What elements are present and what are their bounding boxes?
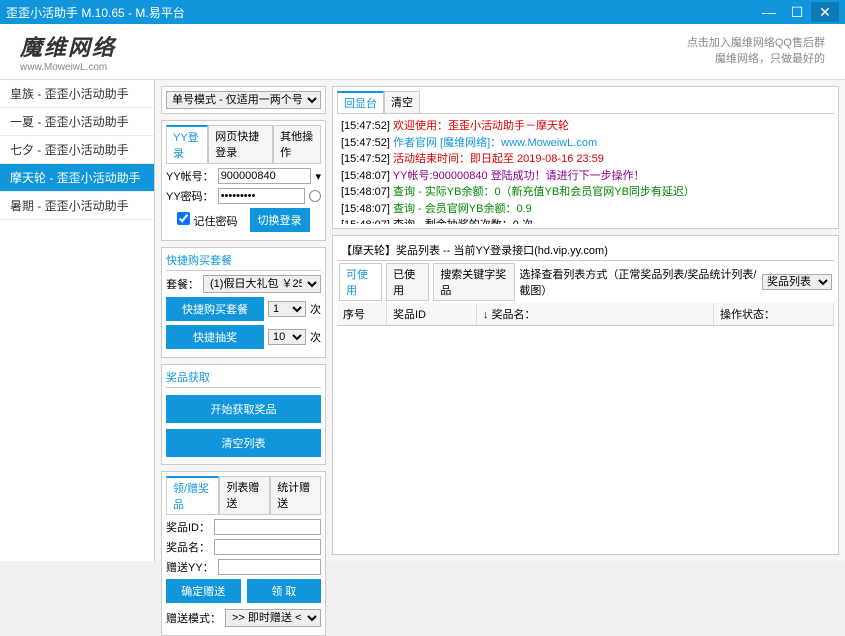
account-label: YY帐号： [166,168,214,184]
tab-used[interactable]: 已使用 [386,263,429,301]
prize-list-header: 【摩天轮】奖品列表 -- 当前YY登录接口(hd.vip.yy.com) [337,240,834,261]
prize-name-input[interactable] [214,539,321,555]
col-prize-id: 奖品ID [387,303,477,325]
mode-select[interactable]: 单号模式 - 仅适用一两个号的用户 [166,91,321,109]
status-indicator-icon [309,190,321,202]
package-label: 套餐： [166,276,199,292]
maximize-button[interactable]: ☐ [783,2,811,22]
logo-text: 魔维网络 [20,30,116,62]
tab-web-login[interactable]: 网页快捷登录 [208,125,273,163]
gift-mode-label: 赠送模式： [166,610,221,626]
quick-buy-button[interactable]: 快捷购买套餐 [166,297,264,321]
prize-table-header: 序号 奖品ID ↓ 奖品名： 操作状态： [337,303,834,326]
minimize-button[interactable]: — [755,2,783,22]
prize-id-input[interactable] [214,519,321,535]
prize-name-label: 奖品名： [166,539,210,555]
prize-id-label: 奖品ID： [166,519,210,535]
sidebar-item-motianlun[interactable]: 摩天轮 - 歪歪小活动助手 [0,164,154,192]
prize-table-body [337,326,834,476]
confirm-gift-button[interactable]: 确定赠送 [166,579,241,603]
password-label: YY密码： [166,188,214,204]
sidebar: 皇族 - 歪歪小活动助手 一夏 - 歪歪小活动助手 七夕 - 歪歪小活动助手 摩… [0,80,155,561]
sidebar-item-yixia[interactable]: 一夏 - 歪歪小活动助手 [0,108,154,136]
gift-mode-select[interactable]: >> 即时赠送 << [225,609,321,627]
tab-other-ops[interactable]: 其他操作 [273,125,321,163]
clear-list-button[interactable]: 清空列表 [166,429,321,457]
col-status: 操作状态： [714,303,834,325]
tab-stat-send[interactable]: 统计赠送 [270,476,321,514]
tab-list-send[interactable]: 列表赠送 [219,476,270,514]
tab-yy-login[interactable]: YY登录 [166,125,208,163]
draw-times-select[interactable]: 10 [268,329,306,345]
quick-draw-button[interactable]: 快捷抽奖 [166,325,264,349]
gift-yy-label: 赠送YY： [166,559,214,575]
account-input[interactable] [218,168,312,184]
col-prize-name: ↓ 奖品名： [477,303,714,325]
close-button[interactable]: ✕ [811,2,839,22]
start-get-prize-button[interactable]: 开始获取奖品 [166,395,321,423]
sidebar-item-qixi[interactable]: 七夕 - 歪歪小活动助手 [0,136,154,164]
tab-search-prize[interactable]: 搜索关键字奖品 [433,263,515,301]
password-input[interactable] [218,188,305,204]
tab-console[interactable]: 回显台 [337,91,384,113]
header-notice: 点击加入魔维网络QQ售后群 魔维网络，只做最好的 [687,36,825,67]
receive-button[interactable]: 领 取 [247,579,322,603]
remember-password[interactable]: 记住密码 [177,212,237,229]
package-select[interactable]: (1)假日大礼包 ￥258 [203,275,321,293]
prize-get-title: 奖品获取 [166,369,321,388]
buy-times-select[interactable]: 1 [268,301,306,317]
sidebar-item-huangzu[interactable]: 皇族 - 歪歪小活动助手 [0,80,154,108]
logo-url: www.MoweiwL.com [20,62,116,73]
quickbuy-title: 快捷购买套餐 [166,252,321,271]
view-method-label: 选择查看列表方式（正常奖品列表/奖品统计列表/截图） [519,266,758,298]
tab-usable[interactable]: 可使用 [339,263,382,301]
view-method-select[interactable]: 奖品列表 [762,274,832,290]
col-index: 序号 [337,303,387,325]
tab-give-prize[interactable]: 领/赠奖品 [166,476,219,514]
gift-yy-input[interactable] [218,559,321,575]
window-title: 歪歪小活助手 M.10.65 - M.易平台 [6,4,755,21]
logo: 魔维网络 www.MoweiwL.com [20,30,116,73]
switch-login-button[interactable]: 切换登录 [250,208,310,232]
tab-clear-log[interactable]: 清空 [384,91,420,113]
account-dropdown-icon[interactable]: ▾ [315,170,321,183]
log-console: [15:47:52] 欢迎使用：歪歪小活动助手－摩天轮[15:47:52] 作者… [337,114,834,224]
sidebar-item-shuqi[interactable]: 暑期 - 歪歪小活动助手 [0,192,154,220]
